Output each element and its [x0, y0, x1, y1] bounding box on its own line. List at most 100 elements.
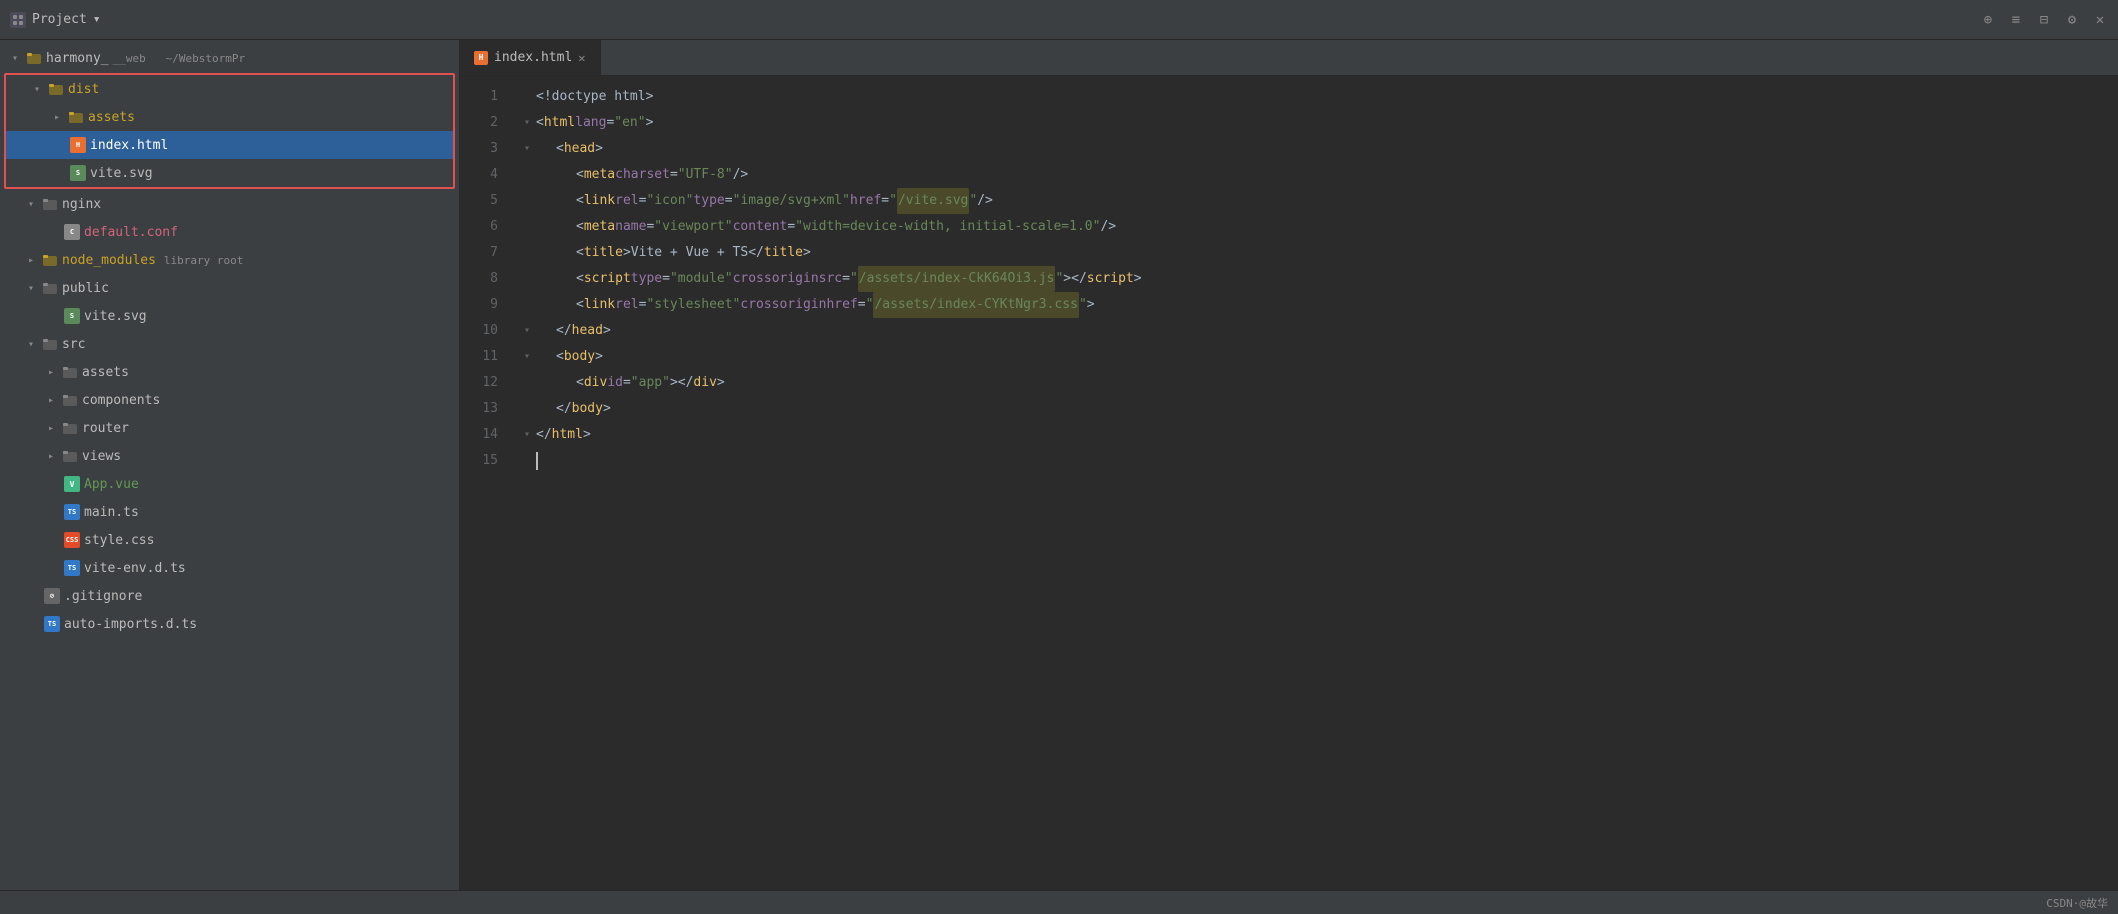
collapse-icon[interactable]: ⊟ — [2036, 12, 2052, 28]
settings-icon[interactable]: ⚙ — [2064, 12, 2080, 28]
router-arrow — [44, 421, 58, 435]
l6-close: /> — [1100, 214, 1116, 240]
tree-item-auto-imports[interactable]: TS auto-imports.d.ts — [0, 610, 459, 638]
public-arrow — [24, 281, 38, 295]
l14-tag: html — [552, 422, 583, 448]
l8-val3a: " — [850, 266, 858, 292]
close-icon[interactable]: ✕ — [2092, 12, 2108, 28]
add-icon[interactable]: ⊕ — [1980, 12, 1996, 28]
l5-tag: link — [584, 188, 615, 214]
tab-bar: H index.html ✕ — [460, 40, 2118, 76]
tab-index-html[interactable]: H index.html ✕ — [460, 40, 601, 75]
tree-item-gitignore[interactable]: ⊘ .gitignore — [0, 582, 459, 610]
tree-item-vite-svg[interactable]: S vite.svg — [6, 159, 453, 187]
main-ts-icon: TS — [64, 504, 80, 520]
tree-item-app-vue[interactable]: V App.vue — [0, 470, 459, 498]
components-label: components — [82, 393, 160, 408]
main-ts-label: main.ts — [84, 505, 139, 520]
tree-item-dist[interactable]: dist — [6, 75, 453, 103]
root-path: __web ~/WebstormPr — [113, 52, 245, 65]
code-line-14: </html> — [520, 422, 2118, 448]
tree-item-views[interactable]: views — [0, 442, 459, 470]
code-line-4: <meta charset="UTF-8" /> — [520, 162, 2118, 188]
l9-val3a: " — [866, 292, 874, 318]
l5-val2: "image/svg+xml" — [733, 188, 850, 214]
l7-gt2: > — [803, 240, 811, 266]
window-icon — [10, 12, 26, 28]
nginx-folder-icon — [42, 196, 58, 212]
tab-close-btn[interactable]: ✕ — [578, 51, 585, 65]
l4-tag: meta — [584, 162, 615, 188]
tree-item-vite-env-dts[interactable]: TS vite-env.d.ts — [0, 554, 459, 582]
l9-gt: > — [1087, 292, 1095, 318]
views-label: views — [82, 449, 121, 464]
dist-label: dist — [68, 82, 99, 97]
code-line-1: <!doctype html> — [520, 84, 2118, 110]
l2-val: "en" — [614, 110, 645, 136]
tree-item-components[interactable]: components — [0, 386, 459, 414]
public-vite-icon: S — [64, 308, 80, 324]
code-line-15 — [520, 448, 2118, 474]
dropdown-arrow[interactable]: ▾ — [93, 12, 101, 27]
title-bar: Project ▾ ⊕ ≡ ⊟ ⚙ ✕ — [0, 0, 2118, 40]
l12-attr: id — [607, 370, 623, 396]
l12-eq: = — [623, 370, 631, 396]
l9-tag: link — [584, 292, 615, 318]
l8-end: > — [1134, 266, 1142, 292]
vite-env-label: vite-env.d.ts — [84, 561, 186, 576]
l2-attr: lang — [575, 110, 606, 136]
tree-item-router[interactable]: router — [0, 414, 459, 442]
l6-val2: "width=device-width, initial-scale=1.0" — [795, 214, 1100, 240]
l3-fold[interactable] — [520, 142, 534, 156]
index-html-icon: H — [70, 137, 86, 153]
tree-item-public-vite-svg[interactable]: S vite.svg — [0, 302, 459, 330]
tree-item-nginx[interactable]: nginx — [0, 190, 459, 218]
tree-item-default-conf[interactable]: C default.conf — [0, 218, 459, 246]
tree-item-main-ts[interactable]: TS main.ts — [0, 498, 459, 526]
l9-val3b: " — [1079, 292, 1087, 318]
tree-item-style-css[interactable]: CSS style.css — [0, 526, 459, 554]
l11-fold[interactable] — [520, 350, 534, 364]
l7-lt1: < — [576, 240, 584, 266]
l8-tag2: script — [1087, 266, 1134, 292]
assets-arrow — [50, 110, 64, 124]
l7-lt2: </ — [748, 240, 764, 266]
l9-lt: < — [576, 292, 584, 318]
conf-icon: C — [64, 224, 80, 240]
code-line-8: <script type="module" crossorigin src="/… — [520, 266, 2118, 292]
app-vue-icon: V — [64, 476, 80, 492]
public-label: public — [62, 281, 109, 296]
src-assets-arrow — [44, 365, 58, 379]
l12-tag1: div — [584, 370, 607, 396]
tree-item-node-modules[interactable]: node_modules library root — [0, 246, 459, 274]
tree-item-public[interactable]: public — [0, 274, 459, 302]
l14-fold[interactable] — [520, 428, 534, 442]
l8-val3b: " — [1055, 266, 1063, 292]
l6-lt: < — [576, 214, 584, 240]
l8-eq1: = — [662, 266, 670, 292]
tree-root[interactable]: harmony___web ~/WebstormPr — [0, 44, 459, 72]
style-css-label: style.css — [84, 533, 154, 548]
tree-item-assets[interactable]: assets — [6, 103, 453, 131]
tree-item-src-assets[interactable]: assets — [0, 358, 459, 386]
l5-eq3: = — [881, 188, 889, 214]
l6-eq1: = — [646, 214, 654, 240]
node-modules-label: node_modules — [62, 253, 156, 268]
app-vue-label: App.vue — [84, 477, 139, 492]
text-cursor — [536, 452, 538, 470]
code-line-5: <link rel="icon" type="image/svg+xml" hr… — [520, 188, 2118, 214]
l6-eq2: = — [787, 214, 795, 240]
line-numbers: 1 2 3 4 5 6 7 8 9 10 11 12 13 14 15 — [460, 84, 510, 882]
tree-item-src[interactable]: src — [0, 330, 459, 358]
auto-imports-label: auto-imports.d.ts — [64, 617, 197, 632]
tab-label: index.html — [494, 50, 572, 65]
status-text: CSDN·@故华 — [2046, 895, 2108, 911]
l10-fold[interactable] — [520, 324, 534, 338]
l2-fold[interactable] — [520, 116, 534, 130]
sort-icon[interactable]: ≡ — [2008, 12, 2024, 28]
l5-attr3: href — [850, 188, 881, 214]
public-vite-svg-label: vite.svg — [84, 309, 147, 324]
l7-content: Vite + Vue + TS — [631, 240, 748, 266]
l6-tag: meta — [584, 214, 615, 240]
tree-item-index-html[interactable]: H index.html — [6, 131, 453, 159]
